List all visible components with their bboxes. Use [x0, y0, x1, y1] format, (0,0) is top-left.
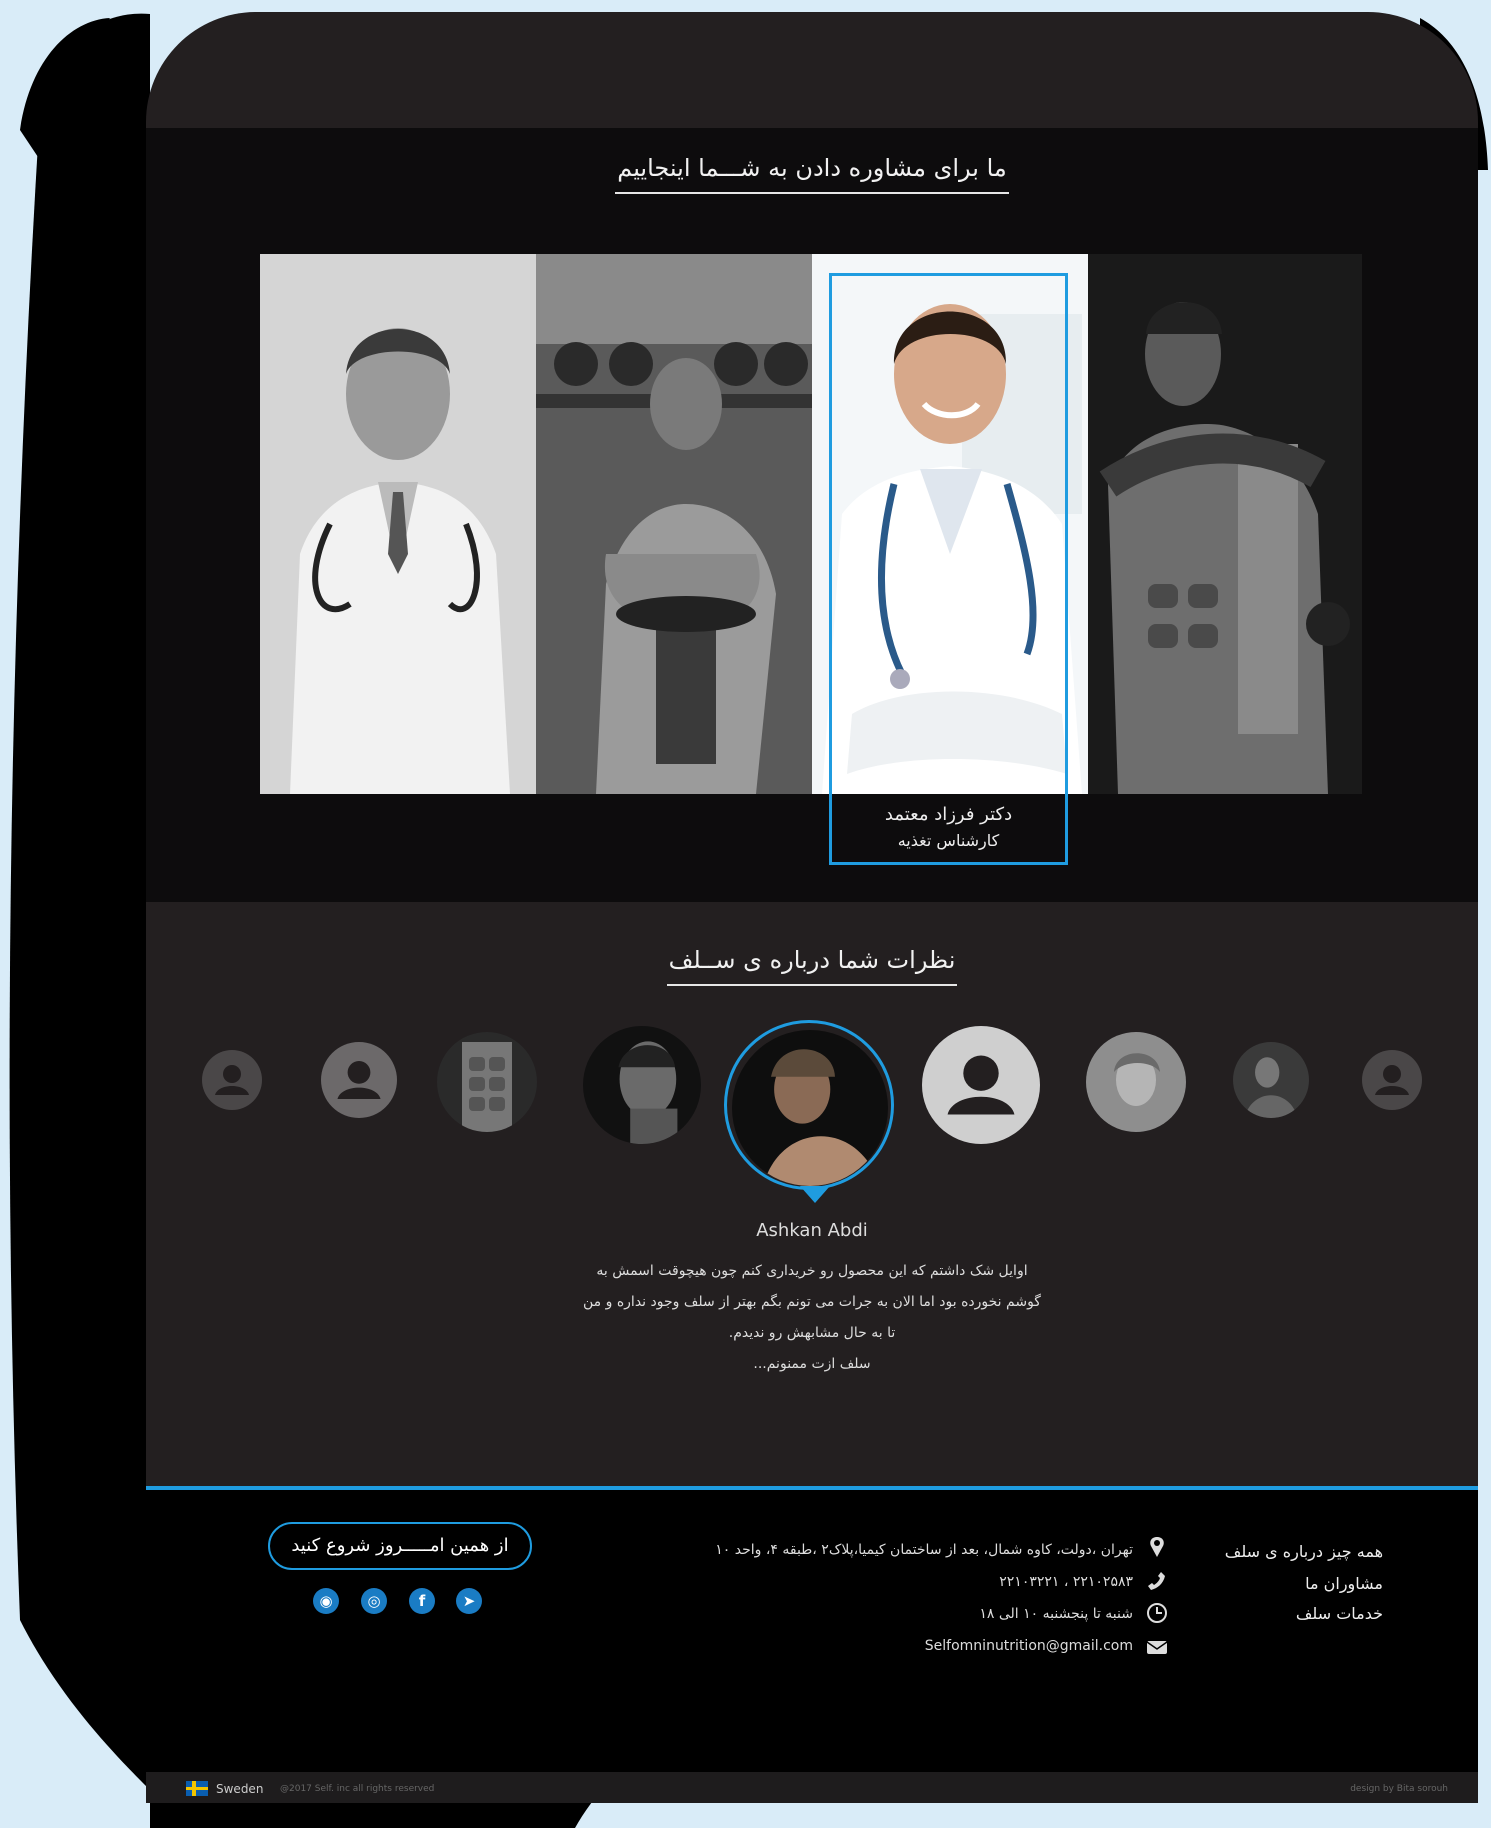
consultant-photo-doctor[interactable]: [260, 254, 536, 794]
featured-consultant-highlight: [829, 273, 1068, 865]
bottom-bar: Sweden @2017 Self. inc all rights reserv…: [146, 1772, 1478, 1803]
avatar-placeholder[interactable]: [321, 1042, 397, 1118]
footer-link-consultants[interactable]: مشاوران ما: [1305, 1574, 1383, 1593]
avatar-abs[interactable]: [437, 1032, 537, 1132]
testimonials-section: نظرات شما درباره ی ســلف Ashkan Abdi اوا…: [146, 902, 1478, 1486]
avatar-placeholder[interactable]: [1362, 1050, 1422, 1110]
avatar-placeholder[interactable]: [202, 1050, 262, 1110]
avatar-placeholder[interactable]: [922, 1026, 1040, 1144]
mail-icon: [1146, 1641, 1168, 1654]
consultants-title: ما برای مشاوره دادن به شـــما اینجاییم: [146, 154, 1478, 194]
featured-consultant-role: کارشناس تغذیه: [897, 831, 1000, 850]
consultant-photo-athlete-seated[interactable]: [536, 254, 812, 794]
active-avatar-pointer: [800, 1186, 830, 1203]
rss-icon[interactable]: ◉: [313, 1588, 339, 1614]
header-strip: [146, 12, 1478, 132]
avatar-athlete[interactable]: [1233, 1042, 1309, 1118]
footer-hours: شنبه تا پنجشنبه ۱۰ الی ۱۸: [979, 1606, 1133, 1622]
featured-consultant-name: دکتر فرزاد معتمد: [884, 804, 1013, 825]
testimonial-author: Ashkan Abdi: [756, 1220, 868, 1241]
testimonial-text: اوایل شک داشتم که این محصول رو خریداری ک…: [583, 1263, 1041, 1372]
clock-icon: [1147, 1603, 1167, 1623]
active-avatar-ring: [724, 1020, 894, 1190]
footer-address: تهران ،دولت، کاوه شمال، بعد از ساختمان ک…: [715, 1542, 1133, 1558]
avatar-man-profile[interactable]: [583, 1026, 701, 1144]
footer-link-services[interactable]: خدمات سلف: [1296, 1604, 1383, 1623]
avatar-woman[interactable]: [1086, 1032, 1186, 1132]
start-today-button[interactable]: از همین امـــــروز شروع کنید: [268, 1522, 532, 1570]
copyright-text: @2017 Self. inc all rights reserved: [280, 1784, 435, 1794]
phone-icon: [1148, 1572, 1165, 1590]
footer-phones: ۲۲۱۰۲۵۸۳ ، ۲۲۱۰۳۲۲۱: [999, 1574, 1133, 1590]
footer: همه چیز درباره ی سلف مشاوران ما خدمات سل…: [146, 1486, 1478, 1803]
designer-credit: design by Bita sorouh: [1350, 1784, 1448, 1794]
page: ما برای مشاوره دادن به شـــما اینجاییم د…: [146, 128, 1478, 1803]
telegram-icon[interactable]: ➤: [456, 1588, 482, 1614]
footer-email[interactable]: Selfomninutrition@gmail.com: [925, 1638, 1133, 1654]
country-selector[interactable]: Sweden: [216, 1782, 263, 1796]
consultant-photo-athlete-standing[interactable]: [1088, 254, 1362, 794]
instagram-icon[interactable]: ◎: [361, 1588, 387, 1614]
location-pin-icon: [1150, 1537, 1164, 1557]
facebook-icon[interactable]: f: [409, 1588, 435, 1614]
sweden-flag-icon: [186, 1781, 208, 1796]
footer-link-about[interactable]: همه چیز درباره ی سلف: [1225, 1542, 1383, 1561]
testimonials-title: نظرات شما درباره ی ســلف: [146, 946, 1478, 986]
